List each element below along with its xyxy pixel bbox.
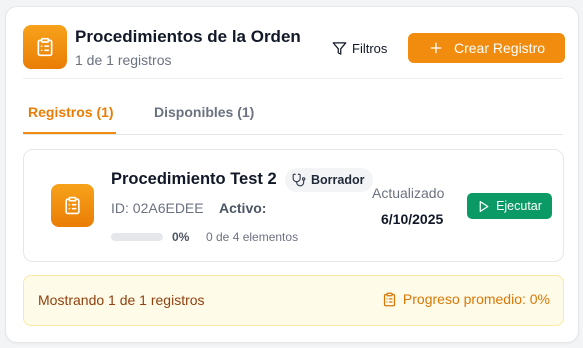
showing-text: Mostrando 1 de 1 registros: [38, 292, 205, 308]
procedure-card[interactable]: Procedimiento Test 2 Borrador ID: 02A6ED…: [23, 149, 564, 262]
progress-bar: [111, 233, 163, 241]
clipboard-list-icon: [51, 184, 94, 227]
average-progress: Progreso promedio: 0%: [382, 291, 550, 307]
progress-percent: 0%: [172, 230, 190, 244]
average-progress-text: Progreso promedio: 0%: [402, 291, 550, 307]
tab-registros[interactable]: Registros (1): [28, 104, 114, 120]
create-record-label: Crear Registro: [453, 40, 546, 56]
elements-count: 0 de 4 elementos: [206, 230, 299, 244]
status-badge: Borrador: [285, 168, 374, 192]
updated-date: 6/10/2025: [381, 211, 444, 227]
procedure-id-label: ID:: [111, 200, 129, 216]
execute-label: Ejecutar: [496, 199, 542, 213]
filter-icon: [332, 41, 347, 56]
procedure-name: Procedimiento Test 2: [111, 170, 277, 188]
status-label: Borrador: [311, 173, 365, 187]
clipboard-list-icon: [382, 292, 397, 307]
filters-button[interactable]: Filtros: [332, 37, 387, 59]
header-divider: [23, 78, 563, 79]
tab-disponibles[interactable]: Disponibles (1): [154, 104, 254, 120]
stethoscope-icon: [292, 173, 306, 187]
procedure-active-label: Activo:: [219, 200, 267, 216]
procedure-id-value: 02A6EDEE: [132, 200, 204, 216]
procedures-panel: Procedimientos de la Orden 1 de 1 regist…: [5, 6, 579, 343]
create-record-button[interactable]: Crear Registro: [408, 33, 565, 63]
clipboard-list-icon: [23, 25, 67, 69]
updated-label: Actualizado: [372, 185, 445, 201]
filters-label: Filtros: [352, 40, 388, 56]
active-tab-indicator: [23, 132, 116, 134]
record-count: 1 de 1 registros: [75, 52, 172, 68]
plus-icon: [428, 40, 444, 56]
procedure-id: ID: 02A6EDEE: [111, 200, 204, 216]
summary-bar: Mostrando 1 de 1 registros Progreso prom…: [23, 275, 564, 326]
page-title: Procedimientos de la Orden: [75, 27, 301, 46]
tabs-divider: [23, 134, 563, 135]
play-icon: [477, 200, 490, 213]
execute-button[interactable]: Ejecutar: [467, 193, 552, 219]
